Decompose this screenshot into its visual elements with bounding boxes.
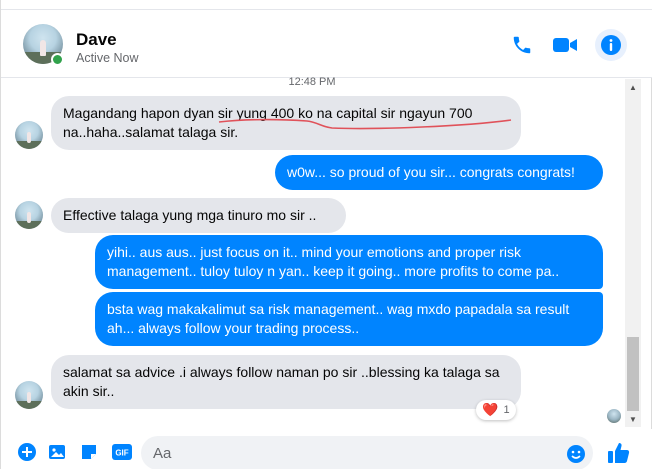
message-composer: GIF (1, 429, 652, 469)
scroll-down-arrow-icon[interactable]: ▼ (625, 411, 641, 427)
thumbs-up-icon (608, 443, 630, 463)
incoming-message[interactable]: salamat sa advice .i always follow naman… (51, 355, 521, 409)
seen-indicator-avatar (607, 409, 621, 423)
phone-icon (513, 36, 531, 54)
contact-avatar-small[interactable] (15, 121, 43, 149)
sticker-icon (82, 445, 96, 459)
scrollbar-thumb[interactable] (627, 337, 639, 411)
contact-name[interactable]: Dave (76, 30, 117, 50)
emoji-button[interactable] (566, 444, 586, 464)
emoji-icon (567, 445, 585, 463)
message-reaction[interactable]: ❤️ 1 (476, 400, 516, 420)
message-thread: 12:48 PM Magandang hapon dyan sir yung 4… (1, 76, 623, 429)
message-timestamp: 12:48 PM (288, 76, 336, 88)
scroll-up-arrow-icon[interactable]: ▲ (625, 79, 641, 95)
send-like-button[interactable] (606, 440, 632, 466)
heart-reaction-icon: ❤️ (482, 402, 499, 417)
incoming-message[interactable]: Magandang hapon dyan sir yung 400 ko na … (51, 96, 521, 150)
attach-photo-button[interactable] (47, 442, 67, 462)
audio-call-button[interactable] (509, 32, 535, 58)
online-status-dot (51, 53, 64, 66)
more-actions-button[interactable] (17, 442, 37, 462)
svg-text:GIF: GIF (115, 449, 128, 458)
outgoing-message[interactable]: w0w... so proud of you sir... congrats c… (275, 155, 603, 190)
gif-button[interactable]: GIF (111, 442, 133, 462)
outgoing-message[interactable]: yihi.. aus aus.. just focus on it.. mind… (95, 235, 603, 289)
video-camera-icon (553, 38, 577, 52)
chat-header: Dave Active Now (1, 0, 652, 78)
video-call-button[interactable] (552, 32, 578, 58)
plus-icon (18, 443, 36, 461)
sticker-button[interactable] (79, 442, 99, 462)
contact-avatar-small[interactable] (15, 381, 43, 409)
contact-avatar-small[interactable] (15, 201, 43, 229)
thread-scrollbar[interactable]: ▲ ▼ (625, 79, 641, 427)
chat-window: Dave Active Now 12:48 PM Magandang hapon… (0, 0, 652, 469)
outgoing-message[interactable]: bsta wag makakalimut sa risk management.… (95, 292, 603, 346)
top-strip (1, 0, 652, 10)
incoming-message[interactable]: Effective talaga yung mga tinuro mo sir … (51, 198, 346, 233)
contact-status: Active Now (76, 51, 139, 65)
info-icon (601, 35, 621, 55)
reaction-count: 1 (503, 404, 510, 416)
message-input[interactable] (141, 436, 593, 469)
image-icon (49, 445, 65, 459)
conversation-info-button[interactable] (595, 29, 627, 61)
gif-icon: GIF (112, 444, 132, 460)
